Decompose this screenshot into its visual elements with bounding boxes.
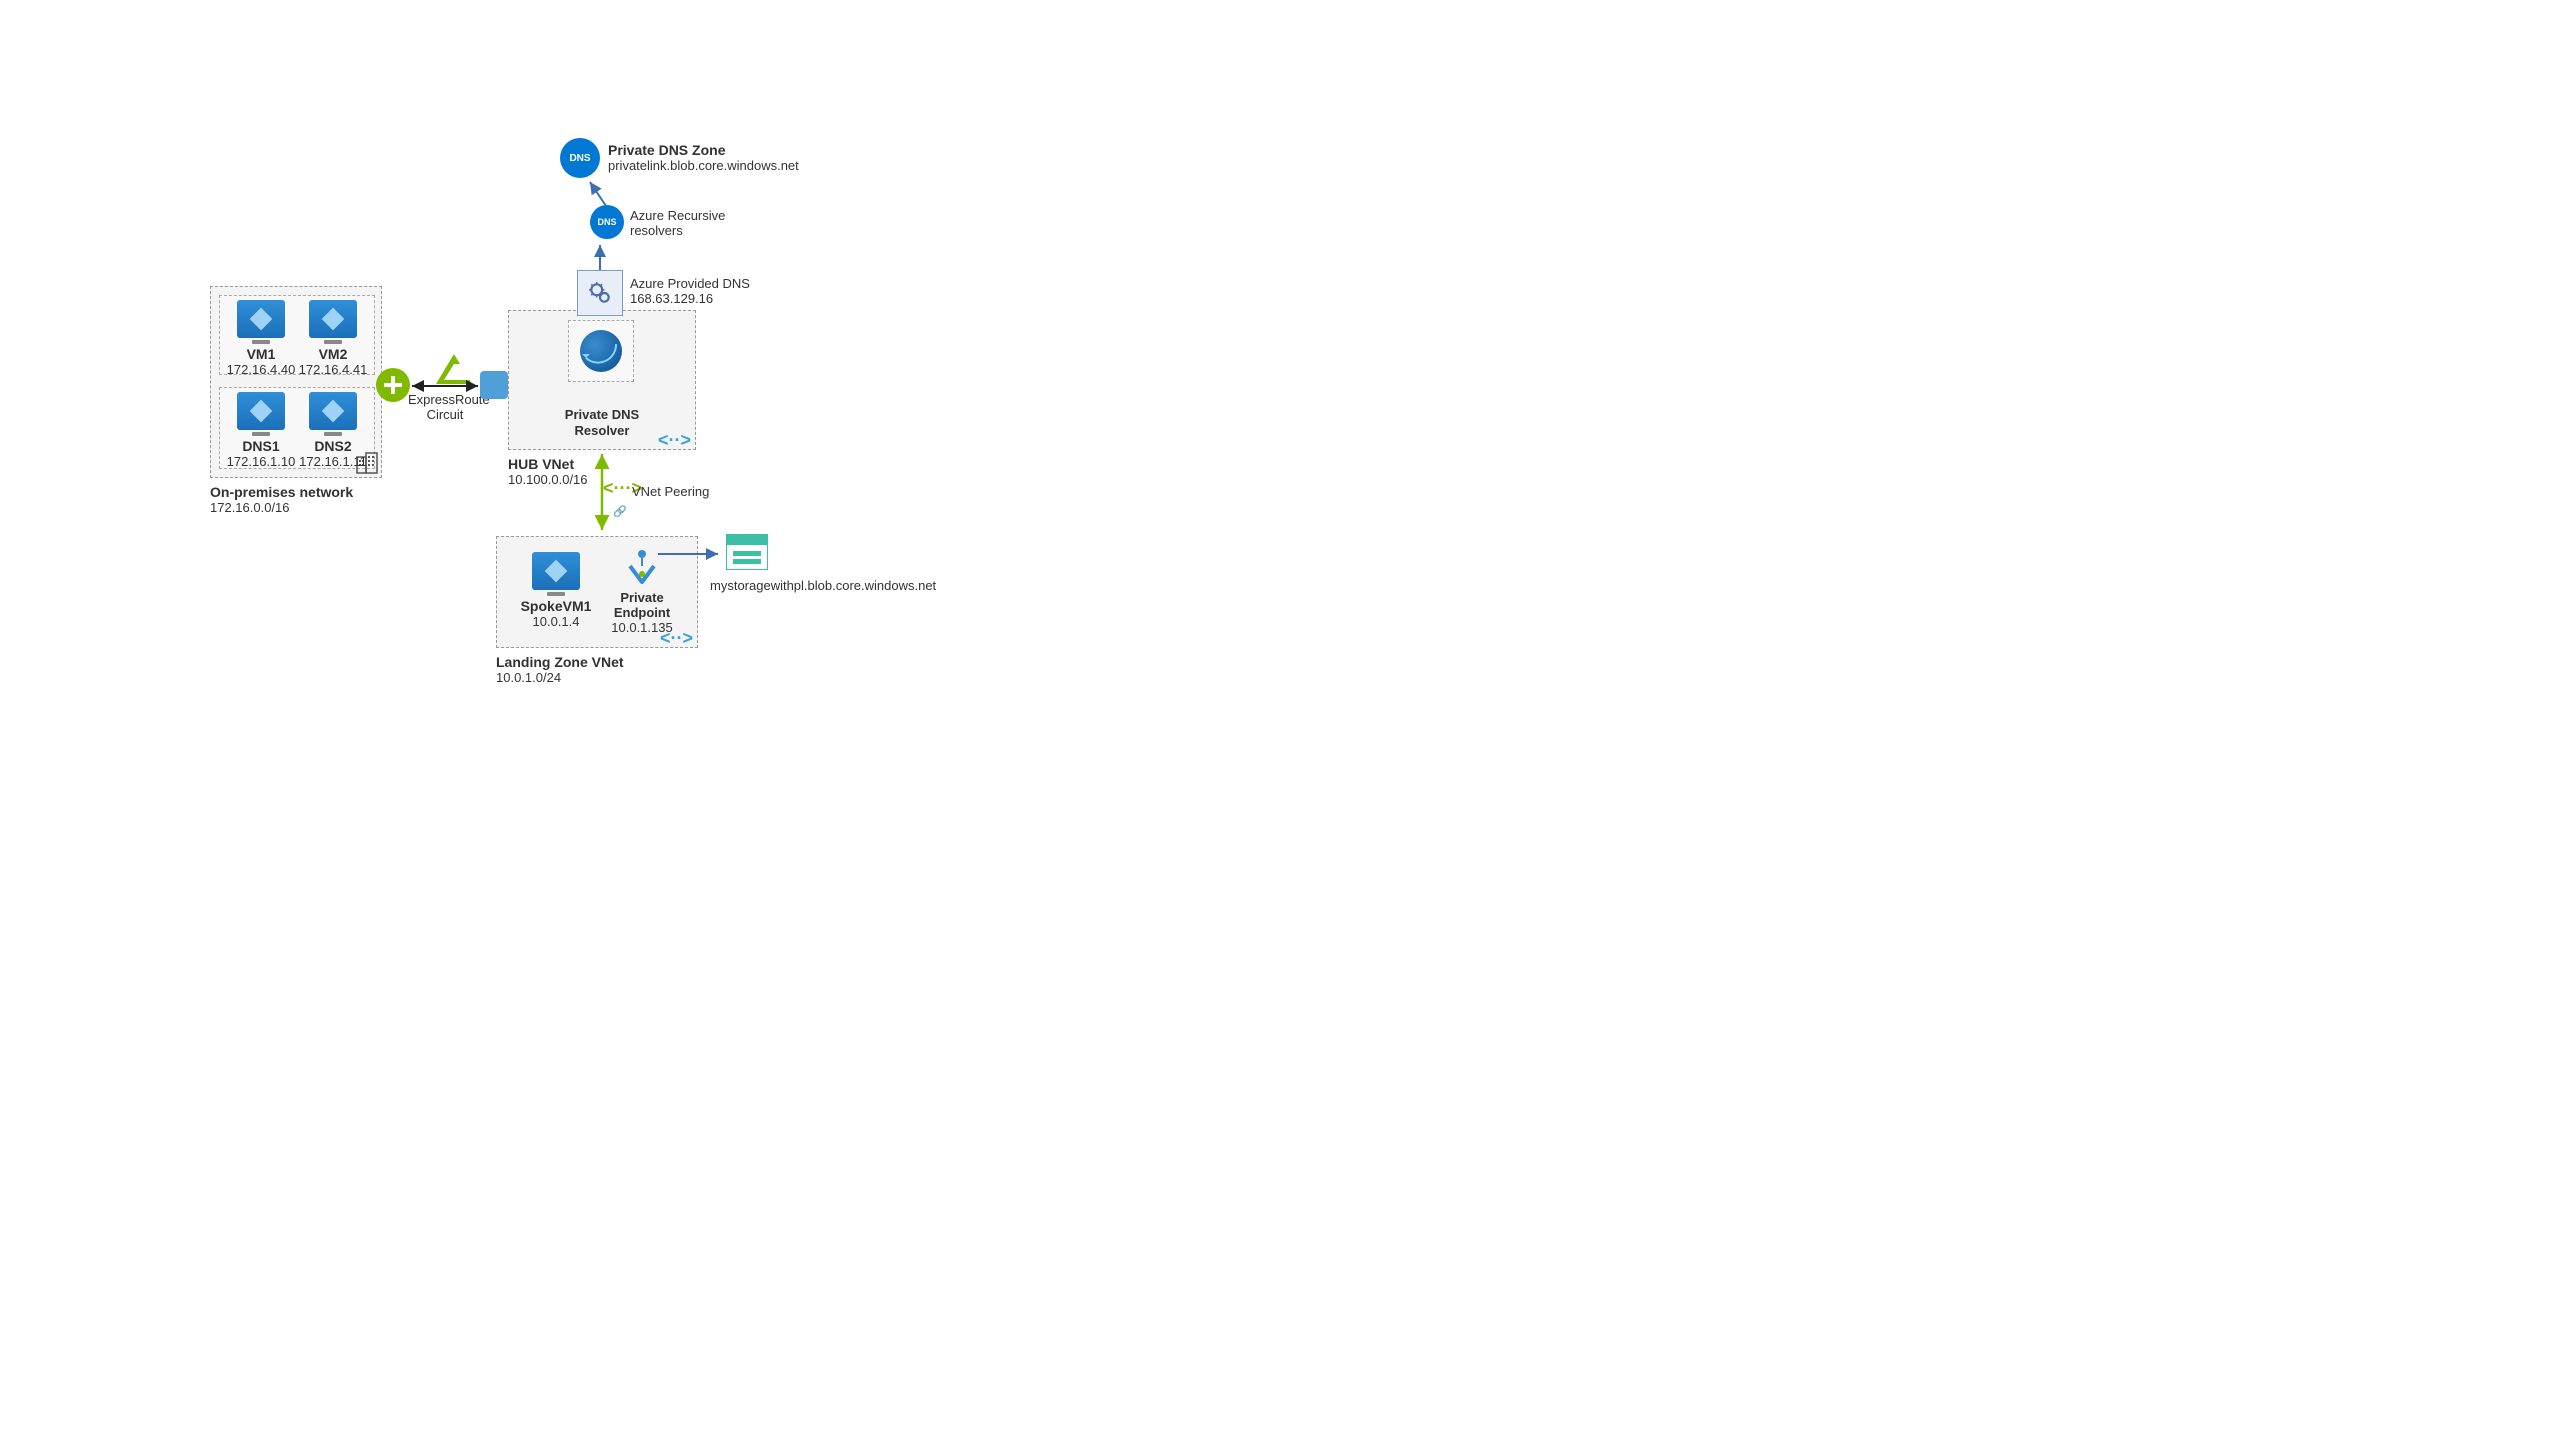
- pe-name: Private Endpoint: [602, 590, 682, 620]
- vm-icon: [532, 552, 580, 590]
- spoke-ip: 10.0.1.4: [516, 614, 596, 629]
- vm-icon: [309, 392, 357, 430]
- vm-icon: [237, 300, 285, 338]
- gear-icon: [577, 270, 623, 316]
- vpn-lock-icon: [480, 371, 508, 399]
- private-endpoint-icon: [622, 548, 662, 588]
- dns-icon: DNS: [560, 138, 600, 178]
- dns-icon: DNS: [590, 205, 624, 239]
- azure-dns-label: Azure Provided DNS 168.63.129.16: [630, 276, 750, 306]
- landing-title: Landing Zone VNet: [496, 654, 624, 670]
- hub-cidr: 10.100.0.0/16: [508, 472, 588, 487]
- vm1-ip: 172.16.4.40: [226, 362, 296, 377]
- private-dns-resolver-box: [568, 320, 634, 382]
- vm2-name: VM2: [298, 346, 368, 362]
- vm1-name: VM1: [226, 346, 296, 362]
- vm-icon: [237, 392, 285, 430]
- landing-zone-label: Landing Zone VNet 10.0.1.0/24: [496, 654, 624, 685]
- spoke-vm-node: SpokeVM1 10.0.1.4: [516, 552, 596, 629]
- dns1-node: DNS1 172.16.1.10: [226, 392, 296, 469]
- pe-ip: 10.0.1.135: [602, 620, 682, 635]
- dns-resolver-icon: [580, 330, 622, 372]
- resolver-label: Private DNS Resolver: [556, 390, 648, 438]
- expressroute-icon: [436, 354, 472, 384]
- private-endpoint-node: Private Endpoint 10.0.1.135: [602, 548, 682, 635]
- hub-vnet-label: HUB VNet 10.100.0.0/16: [508, 456, 588, 487]
- private-zone-label: Private DNS Zone privatelink.blob.core.w…: [608, 142, 799, 173]
- vnet-icon: <··>: [658, 430, 691, 451]
- onprem-title: On-premises network: [210, 484, 353, 500]
- private-dns-zone-node: DNS: [560, 138, 600, 178]
- azure-provided-dns-node: [577, 270, 623, 316]
- onprem-label: On-premises network 172.16.0.0/16: [210, 484, 353, 515]
- dns2-ip: 172.16.1.11: [298, 454, 368, 469]
- gateway-icon: [376, 368, 410, 402]
- expressroute-label: ExpressRoute Circuit: [408, 392, 482, 422]
- azure-dns-architecture-diagram: VM1 172.16.4.40 VM2 172.16.4.41 DNS1 172…: [0, 0, 2575, 1448]
- onprem-cidr: 172.16.0.0/16: [210, 500, 353, 515]
- vm2-node: VM2 172.16.4.41: [298, 300, 368, 377]
- storage-fqdn: mystoragewithpl.blob.core.windows.net: [710, 578, 936, 593]
- hub-title: HUB VNet: [508, 456, 588, 472]
- spoke-name: SpokeVM1: [516, 598, 596, 614]
- dns2-node: DNS2 172.16.1.11: [298, 392, 368, 469]
- dns1-name: DNS1: [226, 438, 296, 454]
- vm-icon: [309, 300, 357, 338]
- vm1-node: VM1 172.16.4.40: [226, 300, 296, 377]
- dns1-ip: 172.16.1.10: [226, 454, 296, 469]
- vm2-ip: 172.16.4.41: [298, 362, 368, 377]
- recursive-resolver-node: DNS: [590, 205, 624, 239]
- peering-label: VNet Peering: [632, 484, 709, 499]
- storage-account-node: [726, 534, 768, 570]
- recursive-label: Azure Recursive resolvers: [630, 208, 725, 238]
- landing-cidr: 10.0.1.0/24: [496, 670, 624, 685]
- dns2-name: DNS2: [298, 438, 368, 454]
- storage-icon: [726, 534, 768, 570]
